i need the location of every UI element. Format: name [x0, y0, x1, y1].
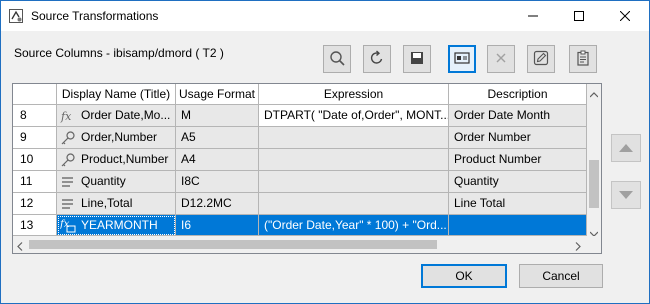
horizontal-scroll-thumb[interactable] — [29, 240, 437, 249]
delete-button[interactable] — [487, 45, 515, 73]
function-icon: fx — [60, 108, 76, 124]
clipboard-button[interactable] — [569, 45, 597, 73]
display-name: Order,Number — [81, 130, 158, 144]
scroll-right-arrow-icon[interactable] — [575, 240, 581, 253]
svg-text:fx: fx — [60, 219, 70, 230]
triangle-down-icon — [619, 188, 633, 202]
scroll-up-arrow-icon[interactable] — [589, 87, 599, 101]
expression[interactable] — [259, 149, 449, 171]
measure-icon — [60, 196, 76, 212]
save-icon — [409, 50, 425, 69]
usage-format[interactable]: A4 — [176, 149, 259, 171]
properties-toggle-button[interactable] — [448, 45, 476, 73]
columns-grid[interactable]: Display Name (Title) Usage Format Expres… — [12, 83, 602, 254]
ok-button[interactable]: OK — [421, 264, 507, 288]
description[interactable]: Order Number — [449, 127, 587, 149]
display-name: Quantity — [81, 174, 126, 188]
save-button[interactable] — [403, 45, 431, 73]
description[interactable]: Line Total — [449, 193, 587, 215]
refresh-icon — [369, 49, 385, 69]
expression[interactable]: ("Order Date,Year" * 100) + "Ord... — [259, 215, 449, 236]
edit-button[interactable] — [527, 45, 555, 73]
row-number[interactable]: 10 — [13, 149, 57, 171]
key-icon — [60, 130, 76, 146]
vertical-scrollbar[interactable] — [587, 84, 601, 237]
table-row-name-selected[interactable]: fx YEARMONTH — [57, 215, 176, 236]
id-card-icon — [454, 50, 470, 69]
minimize-button[interactable] — [510, 1, 556, 31]
header-display-name[interactable]: Display Name (Title) — [57, 84, 176, 105]
table-row-name[interactable]: Order,Number — [57, 127, 176, 149]
move-up-button[interactable] — [611, 134, 641, 162]
clipboard-icon — [575, 50, 591, 69]
source-transformations-dialog: Source Transformations Source Columns - … — [0, 0, 650, 304]
search-button[interactable] — [323, 45, 351, 73]
description[interactable]: Product Number — [449, 149, 587, 171]
window-title: Source Transformations — [31, 9, 159, 23]
row-number-header — [13, 84, 57, 105]
header-usage-format[interactable]: Usage Format — [176, 84, 259, 105]
cancel-button[interactable]: Cancel — [519, 264, 603, 288]
header-description[interactable]: Description — [449, 84, 587, 105]
row-number[interactable]: 12 — [13, 193, 57, 215]
refresh-button[interactable] — [363, 45, 391, 73]
usage-format[interactable]: D12.2MC — [176, 193, 259, 215]
expression[interactable] — [259, 171, 449, 193]
display-name: Product,Number — [81, 152, 169, 166]
expression[interactable] — [259, 193, 449, 215]
close-button[interactable] — [602, 1, 648, 31]
display-name: Order Date,Mo... — [81, 108, 171, 122]
display-name: Line,Total — [81, 196, 133, 210]
row-number[interactable]: 8 — [13, 105, 57, 127]
row-number[interactable]: 9 — [13, 127, 57, 149]
key-icon — [60, 152, 76, 168]
display-name: YEARMONTH — [81, 217, 158, 232]
pencil-icon — [533, 50, 549, 69]
measure-icon — [60, 174, 76, 190]
table-row-name[interactable]: Product,Number — [57, 149, 176, 171]
source-columns-label: Source Columns - ibisamp/dmord ( T2 ) — [14, 46, 224, 60]
close-x-icon — [493, 50, 509, 69]
description[interactable] — [449, 215, 587, 236]
move-down-button[interactable] — [611, 181, 641, 209]
header-expression[interactable]: Expression — [259, 84, 449, 105]
usage-format[interactable]: I8C — [176, 171, 259, 193]
table-row-name[interactable]: fx Order Date,Mo... — [57, 105, 176, 127]
row-number[interactable]: 11 — [13, 171, 57, 193]
description[interactable]: Order Date Month — [449, 105, 587, 127]
usage-format[interactable]: A5 — [176, 127, 259, 149]
expression[interactable]: DTPART( "Date of,Order", MONT... — [259, 105, 449, 127]
table-row-name[interactable]: Quantity — [57, 171, 176, 193]
vertical-scroll-thumb[interactable] — [589, 160, 599, 208]
description[interactable]: Quantity — [449, 171, 587, 193]
scroll-left-arrow-icon[interactable] — [17, 240, 23, 253]
app-icon — [9, 9, 23, 23]
usage-format[interactable]: M — [176, 105, 259, 127]
triangle-up-icon — [619, 141, 633, 155]
search-icon — [329, 50, 345, 69]
expression[interactable] — [259, 127, 449, 149]
row-number[interactable]: 13 — [13, 215, 57, 236]
usage-format[interactable]: I6 — [176, 215, 259, 236]
svg-text:fx: fx — [60, 110, 72, 123]
table-row-name[interactable]: Line,Total — [57, 193, 176, 215]
title-bar: Source Transformations — [1, 1, 649, 31]
horizontal-scrollbar[interactable] — [13, 236, 587, 253]
maximize-button[interactable] — [556, 1, 602, 31]
scrollbar-corner — [587, 236, 601, 253]
computed-function-icon: fx — [60, 217, 76, 233]
